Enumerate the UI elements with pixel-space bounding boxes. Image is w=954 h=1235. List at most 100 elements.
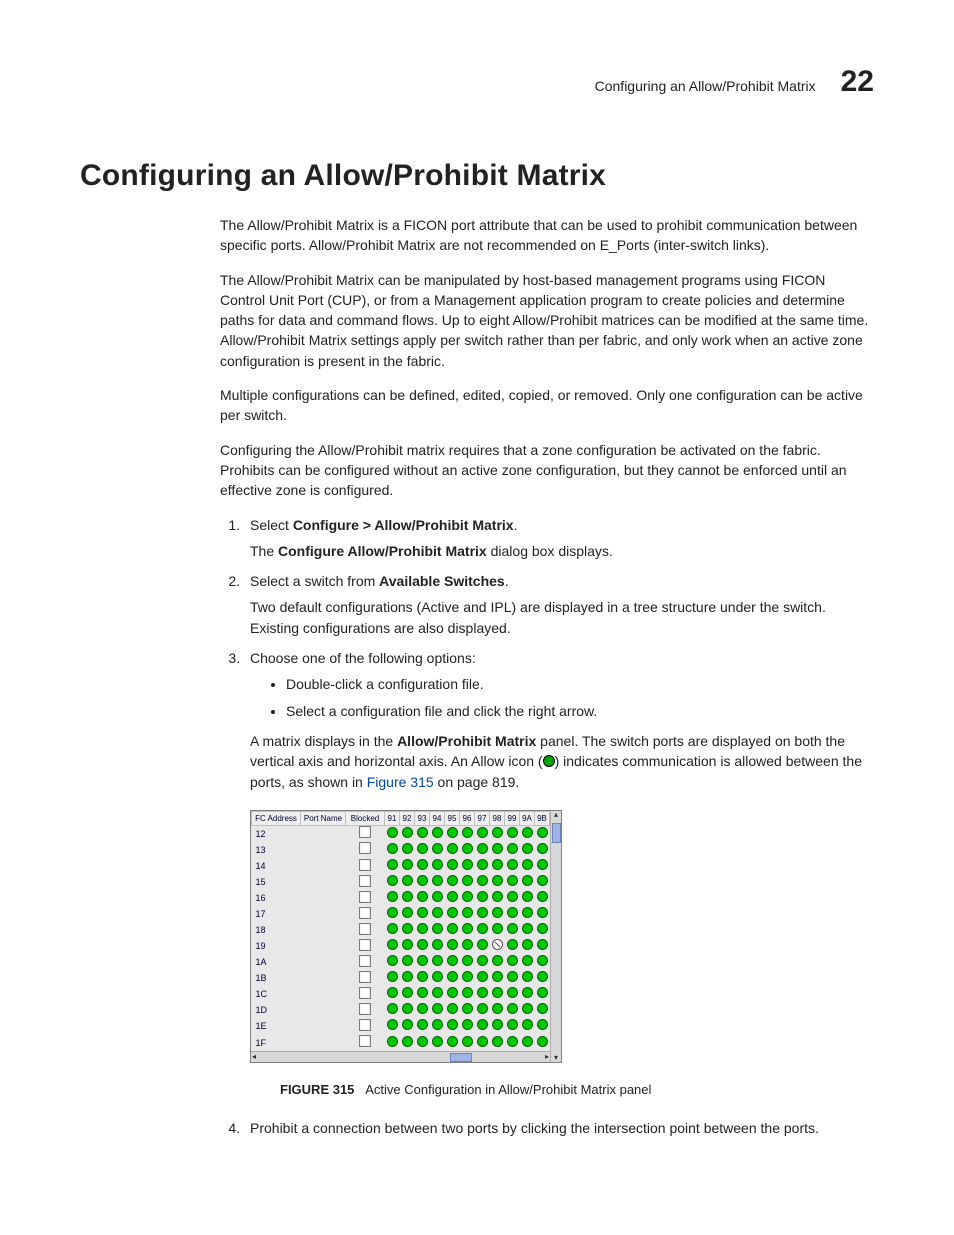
matrix-cell[interactable]: [535, 923, 550, 939]
matrix-header[interactable]: 95: [445, 811, 460, 826]
blocked-checkbox[interactable]: [359, 955, 371, 967]
matrix-cell[interactable]: [505, 891, 520, 907]
matrix-cell[interactable]: [490, 859, 505, 875]
matrix-header[interactable]: 94: [430, 811, 445, 826]
blocked-checkbox[interactable]: [359, 1003, 371, 1015]
matrix-cell[interactable]: [415, 1019, 430, 1035]
matrix-cell[interactable]: [520, 859, 535, 875]
matrix-cell[interactable]: [445, 875, 460, 891]
matrix-cell[interactable]: [415, 859, 430, 875]
matrix-cell[interactable]: [385, 907, 400, 923]
matrix-cell[interactable]: [460, 939, 475, 955]
matrix-cell[interactable]: [385, 1003, 400, 1019]
matrix-cell[interactable]: [430, 891, 445, 907]
matrix-cell[interactable]: [400, 955, 415, 971]
matrix-cell[interactable]: [490, 971, 505, 987]
matrix-cell[interactable]: [535, 826, 550, 843]
matrix-cell[interactable]: [520, 955, 535, 971]
matrix-cell[interactable]: [505, 1019, 520, 1035]
blocked-checkbox[interactable]: [359, 891, 371, 903]
matrix-cell[interactable]: [460, 891, 475, 907]
matrix-cell[interactable]: [490, 907, 505, 923]
matrix-cell[interactable]: [475, 875, 490, 891]
matrix-cell[interactable]: [490, 842, 505, 858]
matrix-cell[interactable]: [475, 971, 490, 987]
matrix-header[interactable]: 96: [460, 811, 475, 826]
matrix-cell[interactable]: [490, 923, 505, 939]
matrix-cell[interactable]: [400, 971, 415, 987]
matrix-cell[interactable]: [400, 859, 415, 875]
matrix-cell[interactable]: [520, 826, 535, 843]
matrix-cell[interactable]: [535, 859, 550, 875]
matrix-cell[interactable]: [430, 939, 445, 955]
matrix-cell[interactable]: [535, 1003, 550, 1019]
blocked-checkbox[interactable]: [359, 939, 371, 951]
matrix-cell[interactable]: [475, 891, 490, 907]
matrix-cell[interactable]: [415, 955, 430, 971]
matrix-cell[interactable]: [460, 1003, 475, 1019]
matrix-cell[interactable]: [445, 1035, 460, 1051]
matrix-cell[interactable]: [430, 1019, 445, 1035]
matrix-cell[interactable]: [385, 955, 400, 971]
matrix-cell[interactable]: [460, 1035, 475, 1051]
matrix-cell[interactable]: [475, 826, 490, 843]
matrix-cell[interactable]: [535, 987, 550, 1003]
matrix-cell[interactable]: [400, 1003, 415, 1019]
blocked-checkbox[interactable]: [359, 826, 371, 838]
matrix-cell[interactable]: [445, 826, 460, 843]
matrix-cell[interactable]: [460, 826, 475, 843]
matrix-cell[interactable]: [535, 907, 550, 923]
matrix-cell[interactable]: [445, 1003, 460, 1019]
matrix-cell[interactable]: [415, 875, 430, 891]
matrix-cell[interactable]: [520, 1019, 535, 1035]
matrix-cell[interactable]: [415, 842, 430, 858]
matrix-cell[interactable]: [445, 907, 460, 923]
matrix-header[interactable]: 93: [415, 811, 430, 826]
matrix-cell[interactable]: [445, 939, 460, 955]
matrix-cell[interactable]: [385, 842, 400, 858]
matrix-cell[interactable]: [535, 971, 550, 987]
blocked-checkbox[interactable]: [359, 875, 371, 887]
matrix-cell[interactable]: [400, 939, 415, 955]
matrix-cell[interactable]: [415, 939, 430, 955]
matrix-cell[interactable]: [490, 939, 505, 955]
matrix-cell[interactable]: [520, 907, 535, 923]
matrix-cell[interactable]: [490, 826, 505, 843]
matrix-cell[interactable]: [535, 1019, 550, 1035]
matrix-cell[interactable]: [505, 923, 520, 939]
matrix-cell[interactable]: [400, 826, 415, 843]
matrix-cell[interactable]: [400, 907, 415, 923]
matrix-cell[interactable]: [490, 987, 505, 1003]
matrix-cell[interactable]: [460, 987, 475, 1003]
matrix-cell[interactable]: [520, 923, 535, 939]
matrix-cell[interactable]: [430, 1003, 445, 1019]
matrix-cell[interactable]: [385, 987, 400, 1003]
matrix-cell[interactable]: [415, 987, 430, 1003]
matrix-cell[interactable]: [430, 875, 445, 891]
matrix-cell[interactable]: [385, 1019, 400, 1035]
matrix-cell[interactable]: [460, 1019, 475, 1035]
matrix-cell[interactable]: [505, 875, 520, 891]
matrix-cell[interactable]: [475, 939, 490, 955]
matrix-cell[interactable]: [430, 859, 445, 875]
matrix-cell[interactable]: [430, 907, 445, 923]
figure-link[interactable]: Figure 315: [367, 774, 434, 790]
matrix-cell[interactable]: [505, 842, 520, 858]
matrix-cell[interactable]: [385, 923, 400, 939]
matrix-header[interactable]: Port Name: [301, 811, 346, 826]
horizontal-scrollbar[interactable]: ◂▸: [251, 1051, 550, 1062]
matrix-cell[interactable]: [475, 955, 490, 971]
matrix-cell[interactable]: [385, 859, 400, 875]
matrix-cell[interactable]: [385, 939, 400, 955]
matrix-cell[interactable]: [490, 955, 505, 971]
blocked-checkbox[interactable]: [359, 907, 371, 919]
matrix-cell[interactable]: [475, 987, 490, 1003]
matrix-cell[interactable]: [490, 891, 505, 907]
matrix-cell[interactable]: [520, 971, 535, 987]
matrix-header[interactable]: 98: [490, 811, 505, 826]
matrix-cell[interactable]: [445, 859, 460, 875]
matrix-header[interactable]: 97: [475, 811, 490, 826]
blocked-checkbox[interactable]: [359, 1019, 371, 1031]
matrix-cell[interactable]: [415, 923, 430, 939]
matrix-cell[interactable]: [430, 923, 445, 939]
